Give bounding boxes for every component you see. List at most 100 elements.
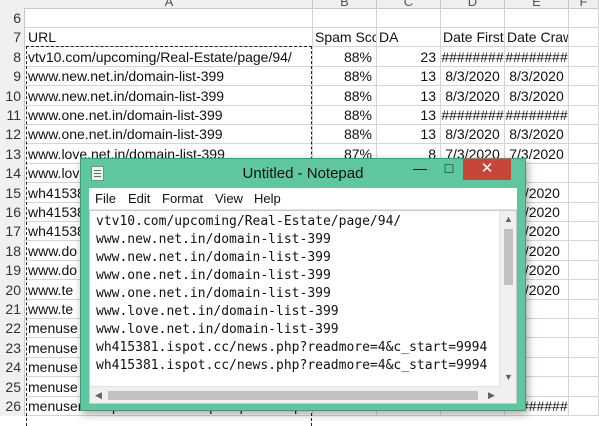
cell-url[interactable]: www.new.net.in/domain-list-399 [26,85,313,106]
cell-empty[interactable] [569,143,599,164]
text-line: www.new.net.in/domain-list-399 [96,232,331,247]
cell-date-crawled[interactable] [505,8,569,28]
row-header[interactable]: 21 [0,299,25,319]
row-header[interactable]: 26 [0,396,25,416]
cell-spam-score[interactable]: 88% [313,66,377,87]
cell-da[interactable] [377,8,441,28]
cell-spam-score[interactable] [313,8,377,28]
menu-view[interactable]: View [209,188,249,210]
title-bar[interactable]: Untitled - Notepad — □ ✕ [81,159,525,188]
row-header[interactable]: 24 [0,357,25,378]
scroll-left-arrow-icon[interactable]: ◀ [90,387,107,404]
cell-url[interactable] [26,8,313,28]
row-header[interactable]: 19 [0,260,25,281]
scroll-right-arrow-icon[interactable]: ▶ [483,387,500,404]
cell-empty[interactable] [569,318,599,339]
cell-date-first[interactable]: 8/3/2020 [441,85,505,106]
cell-empty[interactable] [569,279,599,300]
cell-url[interactable]: vtv10.com/upcoming/Real-Estate/page/94/ [26,46,313,67]
scroll-down-arrow-icon[interactable]: ▼ [500,369,517,386]
text-line: www.new.net.in/domain-list-399 [96,250,331,265]
cell-empty[interactable] [569,46,599,67]
row-header[interactable]: 14 [0,163,25,184]
cell-date-first[interactable]: Date First [441,27,505,48]
row-header[interactable]: 10 [0,85,25,106]
cell-empty[interactable] [569,182,599,203]
row-header[interactable]: 22 [0,318,25,339]
cell-da[interactable]: 13 [377,105,441,125]
text-line: vtv10.com/upcoming/Real-Estate/page/94/ [96,214,402,229]
cell-da[interactable]: 13 [377,66,441,87]
row-header[interactable]: 12 [0,124,25,145]
cell-da[interactable]: DA [377,27,441,48]
row-header[interactable]: 6 [0,8,25,28]
vertical-scroll-thumb[interactable] [504,229,513,285]
cell-empty[interactable] [569,260,599,281]
cell-empty[interactable] [569,299,599,319]
cell-empty[interactable] [569,8,599,28]
cell-date-first[interactable]: ######## [441,46,505,67]
row-header[interactable]: 25 [0,376,25,397]
cell-empty[interactable] [569,105,599,125]
cell-date-first[interactable]: 8/3/2020 [441,66,505,87]
cell-date-first[interactable]: ######## [441,105,505,125]
cell-empty[interactable] [569,357,599,378]
menu-format[interactable]: Format [156,188,209,210]
cell-date-crawled[interactable]: 8/3/2020 [505,85,569,106]
row-header[interactable]: 8 [0,46,25,67]
cell-spam-score[interactable]: 88% [313,124,377,145]
cell-empty[interactable] [569,85,599,106]
row-header[interactable]: 13 [0,143,25,164]
cell-spam-score[interactable]: 88% [313,46,377,67]
cell-date-crawled[interactable]: ######## [505,46,569,67]
text-content[interactable]: vtv10.com/upcoming/Real-Estate/page/94/w… [96,213,496,387]
table-row: 7URLSpam ScoreDADate FirstDate Crawled [0,27,599,48]
cell-date-crawled[interactable]: 8/3/2020 [505,124,569,145]
cell-spam-score[interactable]: 88% [313,85,377,106]
menu-edit[interactable]: Edit [122,188,156,210]
cell-empty[interactable] [569,337,599,358]
cell-date-crawled[interactable]: 8/3/2020 [505,66,569,87]
cell-date-first[interactable] [441,8,505,28]
row-header[interactable]: 20 [0,279,25,300]
cell-empty[interactable] [569,66,599,87]
close-button[interactable]: ✕ [463,159,511,180]
row-header[interactable]: 18 [0,240,25,261]
cell-da[interactable]: 13 [377,124,441,145]
cell-url[interactable]: www.new.net.in/domain-list-399 [26,66,313,87]
cell-empty[interactable] [569,221,599,242]
cell-empty[interactable] [569,27,599,48]
row-header[interactable]: 7 [0,27,25,48]
cell-url[interactable]: www.one.net.in/domain-list-399 [26,105,313,125]
menu-file[interactable]: File [89,188,122,210]
cell-empty[interactable] [569,396,599,416]
cell-url[interactable]: www.one.net.in/domain-list-399 [26,124,313,145]
horizontal-scroll-thumb[interactable] [108,391,478,400]
cell-empty[interactable] [569,163,599,184]
vertical-scrollbar[interactable]: ▲ ▼ [499,211,516,386]
cell-spam-score[interactable]: Spam Score [313,27,377,48]
cell-date-first[interactable]: 8/3/2020 [441,124,505,145]
row-header[interactable]: 23 [0,337,25,358]
cell-empty[interactable] [569,376,599,397]
row-header[interactable]: 11 [0,105,25,125]
row-header[interactable]: 16 [0,202,25,222]
scroll-up-arrow-icon[interactable]: ▲ [500,211,517,228]
cell-empty[interactable] [569,202,599,222]
cell-spam-score[interactable]: 88% [313,105,377,125]
cell-date-crawled[interactable]: ######## [505,105,569,125]
text-editor[interactable]: vtv10.com/upcoming/Real-Estate/page/94/w… [89,210,517,404]
cell-da[interactable]: 23 [377,46,441,67]
cell-empty[interactable] [569,124,599,145]
cell-url[interactable]: URL [26,27,313,48]
cell-date-crawled[interactable]: Date Crawled [505,27,569,48]
horizontal-scrollbar[interactable]: ◀ ▶ [90,386,500,403]
menu-help[interactable]: Help [248,188,287,210]
minimize-button[interactable]: — [406,159,434,180]
row-header[interactable]: 9 [0,66,25,87]
row-header[interactable]: 17 [0,221,25,242]
cell-da[interactable]: 13 [377,85,441,106]
cell-empty[interactable] [569,240,599,261]
maximize-button[interactable]: □ [435,159,463,180]
row-header[interactable]: 15 [0,182,25,203]
